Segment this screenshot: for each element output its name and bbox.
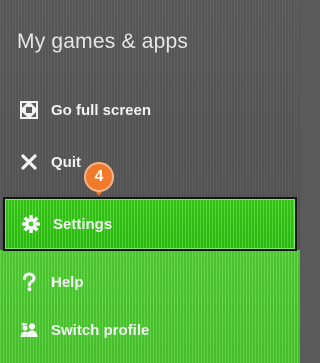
switch-profile-icon	[18, 319, 40, 341]
help-label: Help	[51, 273, 84, 291]
switch-profile-label: Switch profile	[51, 321, 150, 339]
step-callout-badge: 4	[84, 162, 114, 196]
settings-label: Settings	[53, 215, 113, 233]
go-full-screen-item[interactable]: Go full screen	[0, 86, 300, 134]
question-icon	[18, 271, 40, 293]
switch-profile-item[interactable]: Switch profile	[0, 306, 300, 354]
quit-label: Quit	[51, 153, 81, 171]
quit-item[interactable]: Quit	[0, 138, 300, 186]
step-number: 4	[84, 162, 114, 192]
go-full-screen-label: Go full screen	[51, 101, 152, 119]
help-item[interactable]: Help	[0, 258, 300, 306]
settings-item[interactable]: Settings	[3, 197, 297, 251]
fullscreen-icon	[18, 99, 40, 121]
menu-title: My games & apps	[17, 30, 189, 53]
gear-icon	[20, 213, 42, 235]
close-icon	[18, 151, 40, 173]
